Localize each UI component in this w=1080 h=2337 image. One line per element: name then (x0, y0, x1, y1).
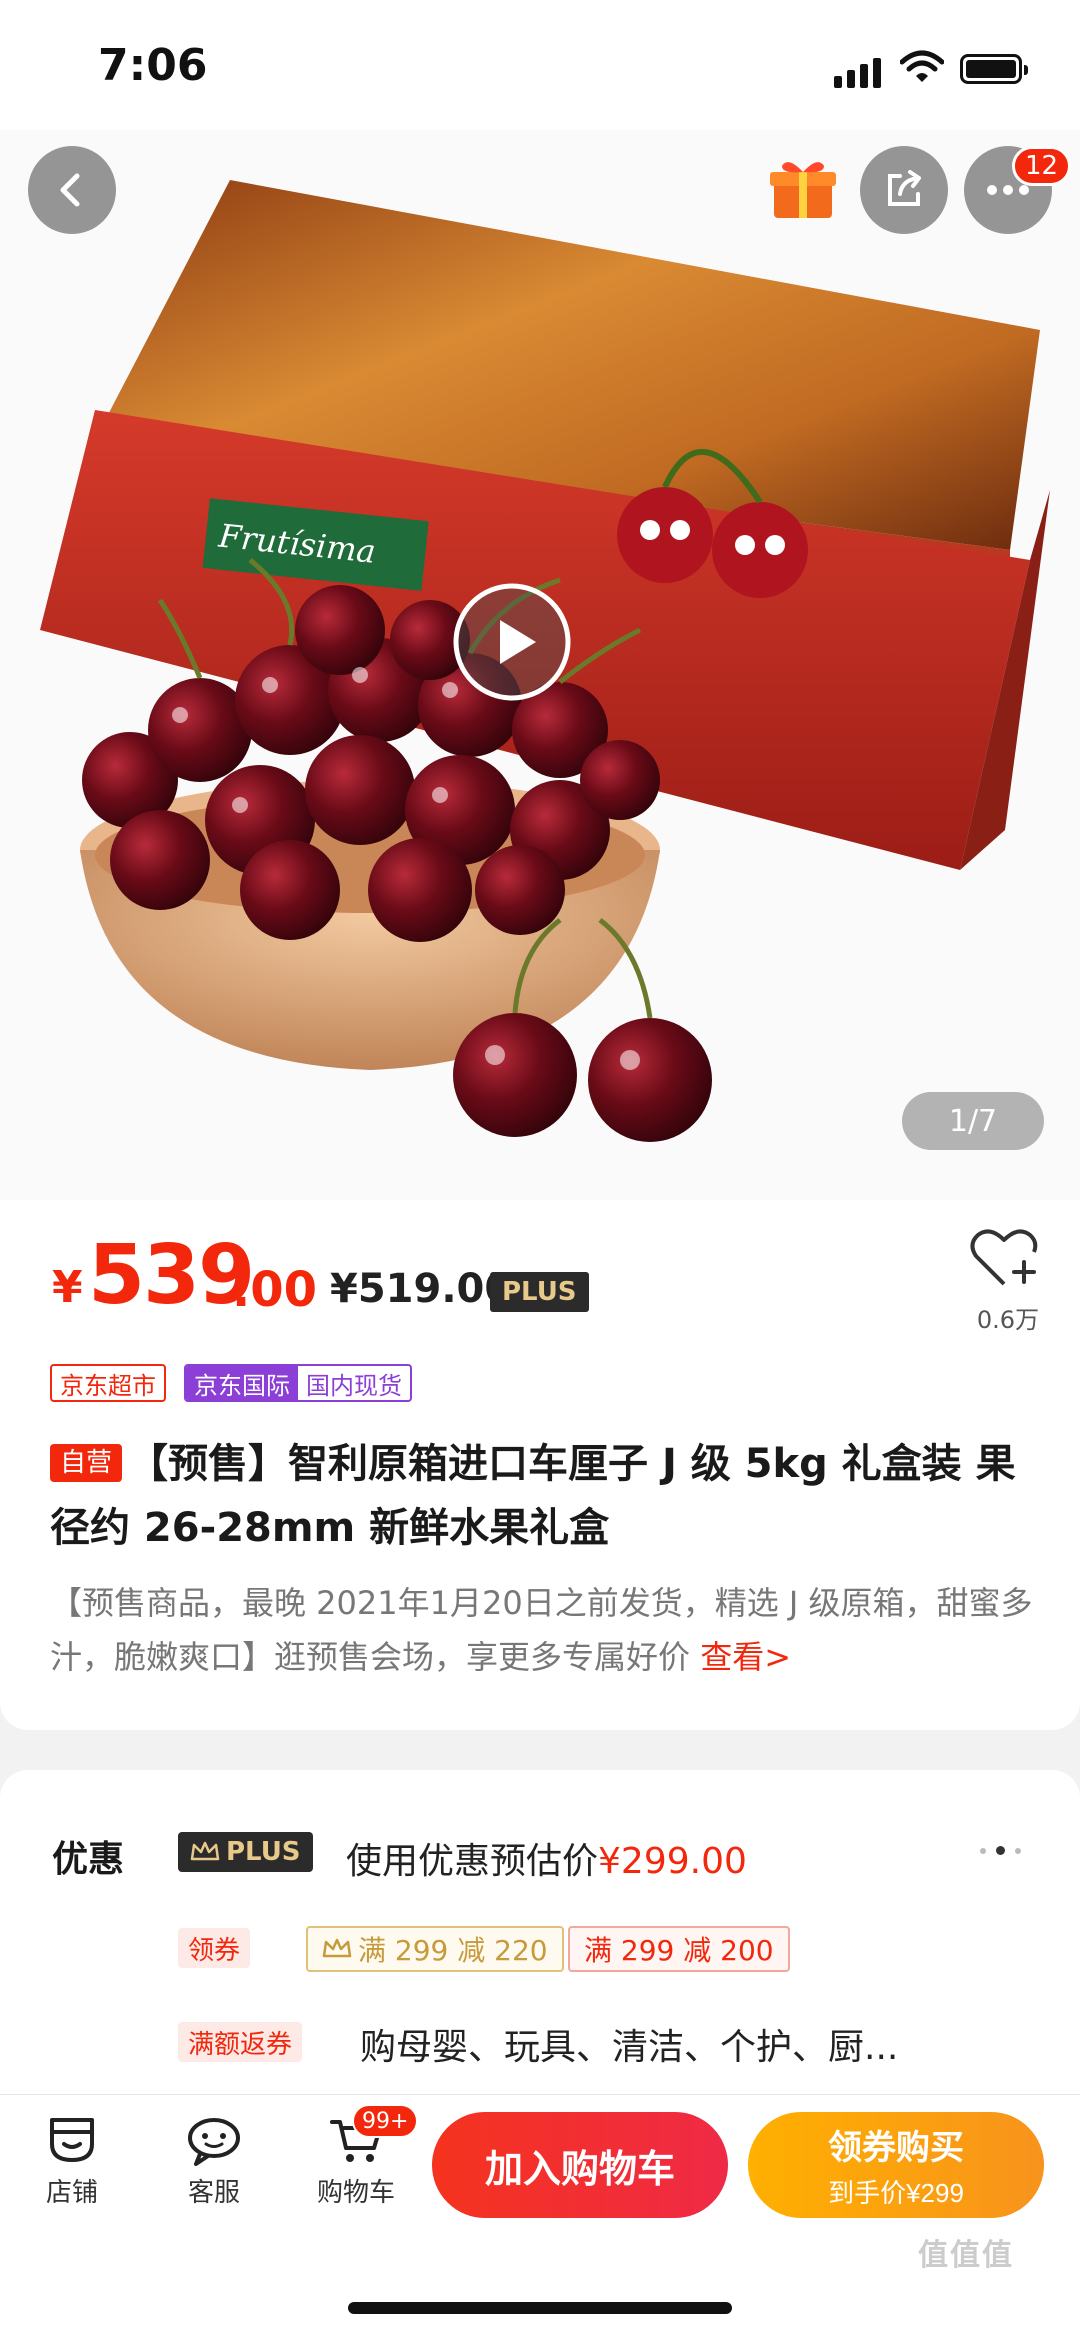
back-icon (60, 173, 80, 207)
service-label: 客服 (187, 2178, 240, 2208)
site-watermark: 值值值 (918, 2238, 1014, 2273)
tag-jd-international[interactable]: 京东国际 国内现货 (184, 1364, 412, 1402)
crown-icon (190, 1841, 220, 1861)
battery-icon (960, 54, 1028, 84)
product-title-text: 【预售】智利原箱进口车厘子 J 级 5kg 礼盒装 果径约 26-28mm 新鲜… (50, 1441, 1016, 1551)
crown-icon (322, 1938, 352, 1958)
plus-chip-label: PLUS (226, 1837, 301, 1867)
coupon-label: 领券 (178, 1928, 251, 1968)
estimated-price-value: ¥299.00 (598, 1841, 747, 1882)
product-description-text: 【预售商品，最晚 2021年1月20日之前发货，精选 J 级原箱，甜蜜多汁，脆嫩… (50, 1584, 1033, 1676)
share-icon (888, 170, 921, 206)
signal-icon (834, 58, 881, 88)
tag-domestic-stock: 国内现货 (306, 1371, 402, 1400)
tag-intl-label: 京东国际 (186, 1366, 298, 1400)
product-description: 【预售商品，最晚 2021年1月20日之前发货，精选 J 级原箱，甜蜜多汁，脆嫩… (50, 1576, 1040, 1684)
return-coupon-label: 满额返券 (178, 2022, 303, 2062)
home-indicator[interactable] (348, 2302, 732, 2314)
estimated-price-text: 使用优惠预估价 (346, 1841, 599, 1882)
self-operated-tag: 自营 (50, 1444, 123, 1482)
coupon-buy-label: 领券购买 (828, 2129, 964, 2167)
wifi-icon (900, 50, 944, 82)
view-presale-link[interactable]: 查看> (700, 1638, 791, 1676)
product-image-carousel[interactable]: Frutísima 1/7 (0, 130, 1080, 1200)
price-decimal: .00 (232, 1262, 318, 1318)
status-time: 7:06 (98, 40, 208, 91)
back-button[interactable] (28, 146, 116, 234)
status-bar: 7:06 (0, 0, 1080, 130)
favorite-heart-icon[interactable] (968, 1226, 1040, 1290)
image-index: 1/7 (902, 1092, 1044, 1150)
more-promos-dots-icon[interactable] (980, 1846, 1021, 1855)
share-button[interactable] (860, 146, 948, 234)
play-video-icon[interactable] (452, 582, 572, 702)
price-currency: ¥ (52, 1262, 83, 1313)
store-label: 店铺 (45, 2178, 98, 2208)
coupon-buy-price: 到手价¥299 (828, 2178, 964, 2208)
cart-label: 购物车 (316, 2178, 395, 2208)
cart-count-badge: 99+ (352, 2104, 419, 2138)
plus-chip: PLUS (178, 1832, 313, 1872)
coupon-plus-text: 满 299 减 220 (358, 1934, 548, 1967)
customer-service-button[interactable]: 客服 (164, 2114, 264, 2209)
product-title: 自营 【预售】智利原箱进口车厘子 J 级 5kg 礼盒装 果径约 26-28mm … (50, 1432, 1040, 1560)
add-to-cart-button[interactable]: 加入购物车 (432, 2112, 728, 2218)
gift-icon[interactable] (768, 156, 838, 222)
store-button[interactable]: 店铺 (22, 2114, 122, 2209)
coupon-plus[interactable]: 满 299 减 220 (306, 1926, 564, 1972)
promotion-label: 优惠 (52, 1839, 125, 1880)
store-icon (50, 2118, 94, 2162)
coupon-regular[interactable]: 满 299 减 200 (568, 1926, 790, 1972)
message-badge: 12 (1012, 146, 1072, 186)
coupon-regular-text: 满 299 减 200 (584, 1934, 774, 1967)
tag-jd-supermarket[interactable]: 京东超市 (50, 1364, 166, 1402)
favorite-count: 0.6万 (976, 1306, 1040, 1334)
service-icon (188, 2118, 240, 2166)
estimated-price-row[interactable]: 使用优惠预估价¥299.00 (346, 1832, 747, 1884)
coupon-buy-button[interactable]: 领券购买 到手价¥299 (748, 2112, 1044, 2218)
price-integer: 539 (88, 1228, 255, 1323)
return-coupon-text[interactable]: 购母婴、玩具、清洁、个护、厨... (360, 2018, 898, 2070)
plus-price: ¥519.00 (330, 1266, 513, 1312)
more-icon (987, 185, 1029, 195)
plus-badge: PLUS (490, 1272, 589, 1312)
